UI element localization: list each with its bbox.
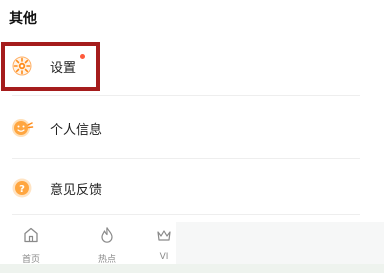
- divider: [12, 214, 360, 215]
- svg-text:?: ?: [19, 184, 25, 195]
- tab-label: 首页: [21, 255, 40, 265]
- tab-home[interactable]: 首页: [6, 226, 56, 270]
- menu-item-personal-info[interactable]: 个人信息: [0, 104, 384, 152]
- home-icon: [22, 226, 40, 248]
- divider: [12, 158, 360, 159]
- section-title: 其他: [9, 11, 37, 27]
- flame-icon: [98, 226, 116, 248]
- tab-bar-footer: [0, 264, 384, 273]
- menu-item-label: 意见反馈: [50, 182, 103, 198]
- menu-item-feedback[interactable]: ? 意见反馈: [0, 164, 384, 212]
- highlight-box: [1, 42, 100, 91]
- tab-label: 热点: [97, 255, 116, 265]
- profile-face-icon: [10, 116, 34, 140]
- question-icon: ?: [10, 176, 34, 200]
- vip-icon: [155, 226, 173, 248]
- tab-hot[interactable]: 热点: [82, 226, 132, 270]
- tab-vip[interactable]: VI: [150, 226, 178, 270]
- menu-item-label: 个人信息: [50, 122, 103, 138]
- tab-label: VI: [159, 252, 169, 262]
- divider: [12, 95, 360, 96]
